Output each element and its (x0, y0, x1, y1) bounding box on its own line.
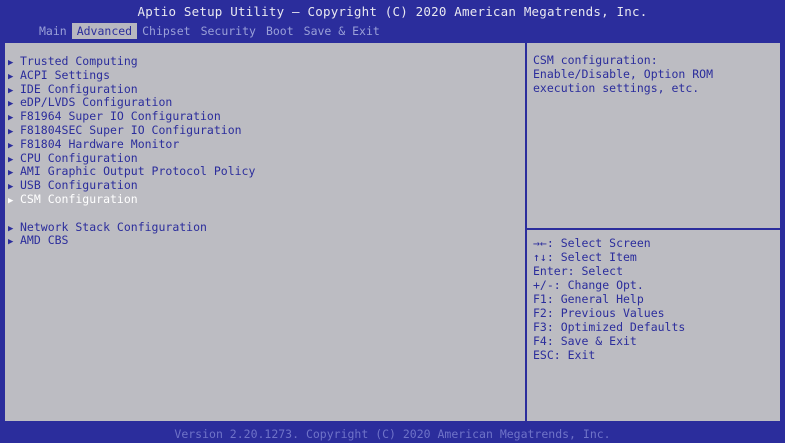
help-divider (527, 228, 780, 230)
menu-item-acpi-settings[interactable]: ▶ ACPI Settings (8, 68, 255, 83)
menu-item-ide-configuration[interactable]: ▶ IDE Configuration (8, 82, 255, 97)
tab-main[interactable]: Main (34, 23, 72, 39)
footer-version: Version 2.20.1273. Copyright (C) 2020 Am… (174, 427, 611, 441)
key-f3: F3: Optimized Defaults (533, 320, 686, 334)
submenu-arrow-icon: ▶ (8, 195, 14, 206)
key-select-screen: →←: Select Screen (533, 236, 651, 250)
tab-chipset[interactable]: Chipset (137, 23, 195, 39)
item-help-text: CSM configuration: Enable/Disable, Optio… (533, 53, 773, 95)
menu-item-edp-lvds-configuration[interactable]: ▶ eDP/LVDS Configuration (8, 95, 255, 110)
tab-boot[interactable]: Boot (261, 23, 299, 39)
key-legend: →←: Select Screen ↑↓: Select Item Enter:… (533, 236, 685, 362)
main-panel: ▶ Trusted Computing ▶ ACPI Settings ▶ IDE C… (4, 42, 781, 422)
key-enter: Enter: Select (533, 264, 624, 278)
key-f4: F4: Save & Exit (533, 334, 637, 348)
menu-item-cpu-configuration[interactable]: ▶ CPU Configuration (8, 151, 255, 166)
tab-advanced[interactable]: Advanced (71, 23, 138, 39)
key-esc: ESC: Exit (533, 348, 596, 362)
menu-item-network-stack[interactable]: ▶ Network Stack Configuration (8, 220, 255, 235)
key-change-opt: +/-: Change Opt. (533, 278, 644, 292)
help-line: CSM configuration: (533, 53, 658, 67)
menu-item-f81804-hardware-monitor[interactable]: ▶ F81804 Hardware Monitor (8, 137, 255, 152)
header-bar: Aptio Setup Utility – Copyright (C) 2020… (0, 0, 785, 42)
key-select-item: ↑↓: Select Item (533, 250, 637, 264)
menu-item-f81964-super-io[interactable]: ▶ F81964 Super IO Configuration (8, 109, 255, 124)
submenu-arrow-icon: ▶ (8, 237, 14, 248)
menu-spacer (8, 207, 255, 221)
tab-save-exit[interactable]: Save & Exit (299, 23, 385, 39)
key-f2: F2: Previous Values (533, 306, 665, 320)
menu-item-csm-configuration[interactable]: ▶ CSM Configuration (8, 192, 255, 207)
tab-bar: Main Advanced Chipset Security Boot Save… (34, 23, 385, 39)
help-panel: CSM configuration: Enable/Disable, Optio… (527, 43, 780, 421)
menu-item-amd-cbs[interactable]: ▶ AMD CBS (8, 233, 255, 248)
help-line: execution settings, etc. (533, 81, 700, 95)
help-line: Enable/Disable, Option ROM (533, 67, 714, 81)
key-f1: F1: General Help (533, 292, 644, 306)
tab-security[interactable]: Security (196, 23, 261, 39)
menu-item-usb-configuration[interactable]: ▶ USB Configuration (8, 178, 255, 193)
menu-list: ▶ Trusted Computing ▶ ACPI Settings ▶ IDE C… (8, 54, 255, 248)
menu-item-trusted-computing[interactable]: ▶ Trusted Computing (8, 54, 255, 69)
menu-item-f81804sec-super-io[interactable]: ▶ F81804SEC Super IO Configuration (8, 123, 255, 138)
menu-panel: ▶ Trusted Computing ▶ ACPI Settings ▶ IDE C… (5, 43, 527, 421)
menu-item-ami-graphic-output[interactable]: ▶ AMI Graphic Output Protocol Policy (8, 164, 255, 179)
page-title: Aptio Setup Utility – Copyright (C) 2020… (137, 4, 648, 19)
